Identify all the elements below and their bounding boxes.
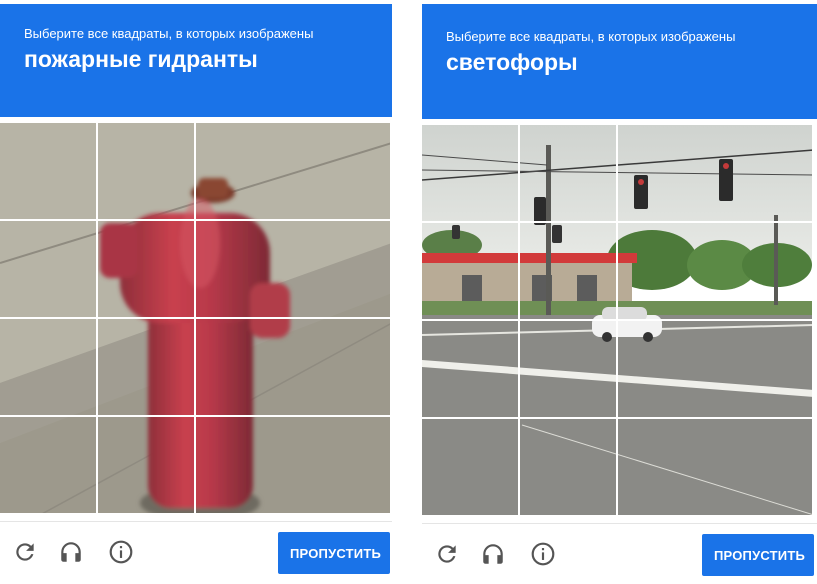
info-icon[interactable] <box>106 537 136 567</box>
reload-icon[interactable] <box>10 537 40 567</box>
grid-tile[interactable] <box>520 321 618 419</box>
grid-tile[interactable] <box>196 221 294 319</box>
audio-headphones-icon[interactable] <box>56 537 86 567</box>
grid-tile[interactable] <box>294 319 392 417</box>
grid-tile[interactable] <box>716 125 814 223</box>
grid-tile[interactable] <box>98 123 196 221</box>
grid-tile[interactable] <box>0 417 98 515</box>
grid-tile[interactable] <box>294 221 392 319</box>
captcha-widget-hydrants: Выберите все квадраты, в которых изображ… <box>0 0 392 584</box>
captcha-header: Выберите все квадраты, в которых изображ… <box>0 4 392 117</box>
captcha-target: пожарные гидранты <box>24 46 258 72</box>
grid-tile[interactable] <box>422 419 520 517</box>
grid-tile[interactable] <box>716 223 814 321</box>
captcha-prompt: Выберите все квадраты, в которых изображ… <box>446 29 736 44</box>
captcha-target: светофоры <box>446 49 578 75</box>
grid-tile[interactable] <box>0 221 98 319</box>
grid-tile[interactable] <box>422 125 520 223</box>
grid-tile[interactable] <box>98 319 196 417</box>
grid-tile[interactable] <box>520 125 618 223</box>
grid-tile[interactable] <box>520 223 618 321</box>
reload-icon[interactable] <box>432 539 462 569</box>
captcha-image-grid <box>422 125 814 517</box>
grid-tile[interactable] <box>0 319 98 417</box>
grid-tile[interactable] <box>422 223 520 321</box>
grid-tile[interactable] <box>98 221 196 319</box>
skip-button[interactable]: ПРОПУСТИТЬ <box>702 534 814 576</box>
captcha-toolbar: ПРОПУСТИТЬ <box>0 521 392 581</box>
grid-tile[interactable] <box>520 419 618 517</box>
grid-tile[interactable] <box>618 223 716 321</box>
info-icon[interactable] <box>528 539 558 569</box>
grid-tile[interactable] <box>716 419 814 517</box>
captcha-image-grid <box>0 123 392 515</box>
grid-tile[interactable] <box>98 417 196 515</box>
captcha-widget-traffic-lights: Выберите все квадраты, в которых изображ… <box>422 0 817 584</box>
grid-tile[interactable] <box>196 417 294 515</box>
grid-tile[interactable] <box>618 125 716 223</box>
grid-tile[interactable] <box>294 123 392 221</box>
captcha-header: Выберите все квадраты, в которых изображ… <box>422 4 817 119</box>
grid-tile[interactable] <box>0 123 98 221</box>
grid-tile[interactable] <box>618 419 716 517</box>
grid-tile[interactable] <box>196 319 294 417</box>
captcha-prompt: Выберите все квадраты, в которых изображ… <box>24 26 314 41</box>
grid-tile[interactable] <box>422 321 520 419</box>
grid-tile[interactable] <box>294 417 392 515</box>
audio-headphones-icon[interactable] <box>478 539 508 569</box>
grid-tile[interactable] <box>716 321 814 419</box>
captcha-toolbar: ПРОПУСТИТЬ <box>422 523 817 583</box>
grid-tile[interactable] <box>618 321 716 419</box>
skip-button[interactable]: ПРОПУСТИТЬ <box>278 532 390 574</box>
grid-tile[interactable] <box>196 123 294 221</box>
